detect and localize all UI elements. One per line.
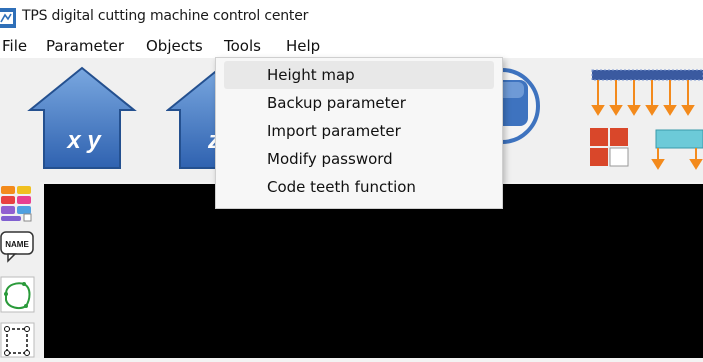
menu-help[interactable]: Help: [286, 37, 320, 55]
menu-item-label: Code teeth function: [267, 178, 416, 196]
menu-parameter[interactable]: Parameter: [46, 37, 124, 55]
name-tag-icon: NAME: [0, 231, 34, 263]
title-bar: TPS digital cutting machine control cent…: [0, 0, 703, 34]
layout-blocks-icon: [1, 186, 32, 222]
pattern-tool-button[interactable]: [586, 68, 703, 174]
menu-item-backup-parameter[interactable]: Backup parameter: [224, 89, 494, 117]
shape-tool-button[interactable]: [0, 276, 36, 314]
name-tag-label: NAME: [5, 240, 29, 249]
menu-tools[interactable]: Tools: [224, 37, 261, 55]
menu-item-label: Backup parameter: [267, 94, 406, 112]
menu-item-code-teeth-function[interactable]: Code teeth function: [224, 173, 494, 201]
app-icon: [0, 8, 16, 28]
drawing-canvas[interactable]: [44, 184, 703, 358]
menu-bar: File Parameter Objects Tools Help: [0, 34, 703, 58]
select-tool-button[interactable]: [0, 322, 36, 358]
menu-item-height-map[interactable]: Height map: [224, 61, 494, 89]
shape-outline-icon: [0, 276, 35, 313]
window-title: TPS digital cutting machine control cent…: [22, 8, 309, 24]
home-xy-button[interactable]: x y: [26, 66, 138, 176]
menu-item-modify-password[interactable]: Modify password: [224, 145, 494, 173]
name-tag-tool-button[interactable]: NAME: [0, 228, 36, 264]
menu-item-import-parameter[interactable]: Import parameter: [224, 117, 494, 145]
array-pattern-icon: [590, 69, 703, 170]
selection-box-icon: [0, 322, 35, 358]
tools-dropdown-menu: Height map Backup parameter Import param…: [215, 57, 503, 209]
menu-objects[interactable]: Objects: [146, 37, 203, 55]
menu-item-label: Modify password: [267, 150, 393, 168]
home-xy-label: x y: [65, 127, 102, 154]
left-tool-sidebar: NAME: [0, 182, 40, 358]
menu-item-label: Import parameter: [267, 122, 401, 140]
layout-tool-button[interactable]: [0, 184, 34, 222]
house-xy-icon: x y: [27, 66, 137, 169]
menu-item-label: Height map: [267, 66, 355, 84]
menu-file[interactable]: File: [2, 37, 27, 55]
